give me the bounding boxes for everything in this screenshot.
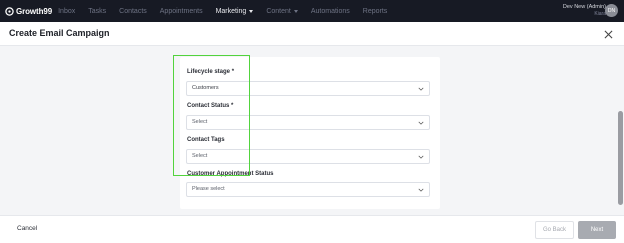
chevron-down-icon — [293, 9, 298, 13]
chevron-down-icon — [418, 155, 424, 159]
modal-title: Create Email Campaign — [9, 28, 110, 38]
top-navbar: Growth99 Inbox Tasks Contacts Appointmen… — [0, 0, 624, 22]
lifecycle-stage-label-text: Lifecycle stage — [187, 69, 231, 75]
nav-contacts[interactable]: Contacts — [119, 8, 147, 15]
nav-reports[interactable]: Reports — [363, 8, 388, 15]
brand-name: Growth99 — [16, 6, 53, 16]
go-back-button[interactable]: Go Back — [535, 221, 574, 239]
nav-content-label: Content — [266, 7, 291, 15]
user-info[interactable]: Dev New (Admin) Kiara — [563, 3, 606, 18]
contact-tags-label: Contact Tags — [187, 137, 225, 143]
nav-marketing-label: Marketing — [215, 7, 247, 15]
contact-tags-value: Select — [192, 153, 208, 159]
modal-header: Create Email Campaign — [0, 22, 624, 46]
brand-logo[interactable]: Growth99 — [5, 7, 52, 16]
user-name: Dev New (Admin) — [562, 4, 606, 10]
contact-status-label: Contact Status * — [187, 103, 233, 109]
main-nav: Inbox Tasks Contacts Appointments Market… — [58, 8, 400, 15]
contact-tags-select[interactable]: Select — [186, 149, 430, 164]
appointment-status-value: Please select — [192, 186, 225, 192]
contact-status-label-text: Contact Status — [187, 103, 230, 109]
contact-status-select[interactable]: Select — [186, 115, 430, 130]
user-role: Kiara — [594, 11, 606, 17]
go-back-label: Go Back — [542, 227, 566, 233]
nav-content[interactable]: Content — [266, 8, 298, 15]
avatar[interactable]: DN — [605, 4, 618, 17]
cancel-button[interactable]: Cancel — [17, 225, 37, 232]
chevron-down-icon — [418, 121, 424, 125]
nav-tasks[interactable]: Tasks — [88, 8, 106, 15]
avatar-initials: DN — [607, 7, 616, 14]
nav-inbox[interactable]: Inbox — [58, 8, 75, 15]
chevron-down-icon — [418, 87, 424, 91]
lifecycle-stage-value: Customers — [192, 85, 219, 91]
lifecycle-stage-label: Lifecycle stage * — [187, 69, 234, 75]
required-mark: * — [231, 103, 234, 109]
required-mark: * — [231, 69, 235, 75]
contact-status-value: Select — [192, 119, 208, 125]
next-button[interactable]: Next — [578, 221, 616, 239]
growth99-logo-icon — [5, 6, 14, 16]
close-icon[interactable] — [604, 30, 613, 39]
chevron-down-icon — [418, 188, 424, 192]
nav-appointments[interactable]: Appointments — [160, 8, 203, 15]
appointment-status-label: Customer Appointment Status — [187, 171, 274, 177]
modal-footer: Cancel Go Back Next — [0, 215, 624, 243]
nav-automations[interactable]: Automations — [311, 8, 350, 15]
scrollbar-thumb[interactable] — [618, 111, 623, 205]
nav-marketing[interactable]: Marketing — [216, 8, 254, 15]
appointment-status-select[interactable]: Please select — [186, 182, 430, 197]
lifecycle-stage-select[interactable]: Customers — [186, 81, 430, 96]
chevron-down-icon — [249, 9, 254, 13]
next-label: Next — [590, 227, 604, 233]
